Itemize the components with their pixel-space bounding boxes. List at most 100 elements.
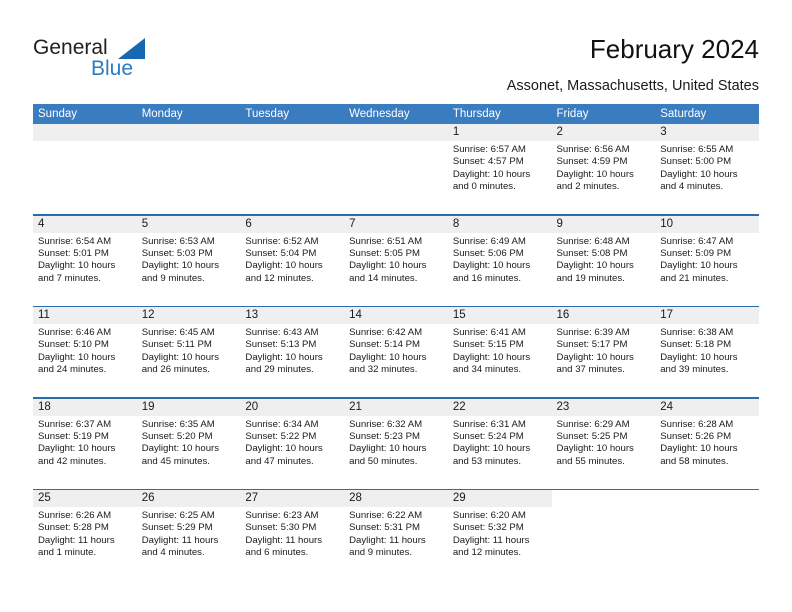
day-cell[interactable]: Sunrise: 6:23 AM Sunset: 5:30 PM Daylight:… bbox=[240, 507, 344, 580]
day-cell[interactable]: Sunrise: 6:45 AM Sunset: 5:11 PM Daylight:… bbox=[137, 324, 241, 397]
general-blue-logo[interactable]: General Blue bbox=[33, 36, 233, 86]
day-number[interactable]: 17 bbox=[655, 307, 759, 324]
day-number-empty bbox=[551, 490, 656, 507]
day-daylight-2-text: and 9 minutes. bbox=[141, 272, 205, 284]
day-cell[interactable]: Sunrise: 6:31 AM Sunset: 5:24 PM Daylight:… bbox=[448, 416, 552, 489]
day-number[interactable]: 18 bbox=[33, 398, 137, 416]
day-daylight-1-text: Daylight: 10 hours bbox=[245, 443, 323, 455]
day-cell[interactable]: Sunrise: 6:41 AM Sunset: 5:15 PM Daylight:… bbox=[448, 324, 552, 397]
day-number[interactable]: 25 bbox=[33, 490, 137, 507]
day-daylight-2-text: and 7 minutes. bbox=[38, 272, 101, 284]
day-number[interactable]: 26 bbox=[136, 490, 241, 507]
day-daylight-2-text: and 1 minute. bbox=[38, 547, 97, 559]
day-cell[interactable]: Sunrise: 6:51 AM Sunset: 5:05 PM Daylight:… bbox=[344, 233, 448, 306]
day-cell[interactable]: Sunrise: 6:37 AM Sunset: 5:19 PM Daylight:… bbox=[33, 416, 137, 489]
day-cell[interactable]: Sunrise: 6:29 AM Sunset: 5:25 PM Daylight:… bbox=[552, 416, 656, 489]
day-cell[interactable]: Sunrise: 6:48 AM Sunset: 5:08 PM Daylight:… bbox=[552, 233, 656, 306]
day-number[interactable]: 28 bbox=[344, 490, 448, 507]
calendar-grid: Sunday Monday Tuesday Wednesday Thursday… bbox=[33, 104, 759, 580]
day-sunrise-text: Sunrise: 6:39 AM bbox=[556, 327, 630, 338]
day-cell[interactable]: Sunrise: 6:28 AM Sunset: 5:26 PM Daylight:… bbox=[655, 416, 759, 489]
weekday-header-row: Sunday Monday Tuesday Wednesday Thursday… bbox=[33, 104, 759, 124]
day-cell[interactable]: Sunrise: 6:32 AM Sunset: 5:23 PM Daylight:… bbox=[344, 416, 448, 489]
day-daylight-2-text: and 16 minutes. bbox=[452, 272, 522, 284]
day-number[interactable]: 27 bbox=[240, 490, 345, 507]
day-daylight-1-text: Daylight: 11 hours bbox=[38, 534, 115, 546]
day-number[interactable]: 21 bbox=[344, 398, 448, 416]
day-cell[interactable]: Sunrise: 6:52 AM Sunset: 5:04 PM Daylight:… bbox=[240, 233, 344, 306]
day-sunset-text: Sunset: 5:05 PM bbox=[349, 247, 421, 259]
day-number[interactable]: 29 bbox=[447, 490, 552, 507]
day-cell[interactable]: Sunrise: 6:54 AM Sunset: 5:01 PM Daylight:… bbox=[33, 233, 137, 306]
day-cell[interactable]: Sunrise: 6:56 AM Sunset: 4:59 PM Daylight:… bbox=[552, 141, 656, 214]
day-sunrise-text: Sunrise: 6:20 AM bbox=[452, 510, 526, 521]
day-sunrise-text: Sunrise: 6:45 AM bbox=[141, 327, 215, 338]
day-number[interactable]: 22 bbox=[447, 398, 552, 416]
week-date-numbers: 11 12 13 14 15 16 17 bbox=[33, 307, 759, 324]
day-sunset-text: Sunset: 5:04 PM bbox=[245, 247, 317, 259]
day-daylight-2-text: and 24 minutes. bbox=[38, 364, 107, 376]
weekday-header-friday: Friday bbox=[556, 108, 589, 120]
day-sunrise-text: Sunrise: 6:43 AM bbox=[245, 327, 319, 338]
day-sunset-text: Sunset: 5:22 PM bbox=[245, 430, 317, 442]
day-cell-empty bbox=[137, 141, 241, 214]
day-sunrise-text: Sunrise: 6:51 AM bbox=[349, 235, 423, 247]
day-cell[interactable]: Sunrise: 6:38 AM Sunset: 5:18 PM Daylight:… bbox=[655, 324, 759, 397]
day-number[interactable]: 7 bbox=[344, 215, 448, 233]
calendar-week-row: 11 12 13 14 15 16 17 Sunrise: 6:46 AM Sunset: 5:… bbox=[33, 305, 759, 397]
day-daylight-2-text: and 58 minutes. bbox=[660, 455, 729, 467]
day-number[interactable]: 3 bbox=[655, 124, 759, 141]
day-sunrise-text: Sunrise: 6:34 AM bbox=[245, 418, 319, 430]
day-number[interactable]: 15 bbox=[447, 307, 552, 324]
day-cell[interactable]: Sunrise: 6:46 AM Sunset: 5:10 PM Daylight:… bbox=[33, 324, 137, 397]
day-number[interactable]: 8 bbox=[447, 215, 552, 233]
day-number[interactable]: 10 bbox=[655, 215, 759, 233]
day-number[interactable]: 9 bbox=[551, 215, 656, 233]
day-cell-empty bbox=[240, 141, 344, 214]
day-cell[interactable]: Sunrise: 6:35 AM Sunset: 5:20 PM Daylight:… bbox=[137, 416, 241, 489]
day-sunset-text: Sunset: 5:25 PM bbox=[556, 430, 628, 442]
day-number[interactable]: 1 bbox=[447, 124, 552, 141]
day-sunrise-text: Sunrise: 6:54 AM bbox=[38, 235, 112, 247]
day-number[interactable]: 6 bbox=[240, 215, 345, 233]
day-number[interactable]: 14 bbox=[344, 307, 448, 324]
day-daylight-1-text: Daylight: 10 hours bbox=[660, 168, 738, 180]
day-sunset-text: Sunset: 5:11 PM bbox=[141, 339, 212, 351]
day-number[interactable]: 12 bbox=[136, 307, 241, 324]
calendar-page: General Blue February 2024 Assonet, Mass… bbox=[0, 0, 792, 612]
day-cell[interactable]: Sunrise: 6:53 AM Sunset: 5:03 PM Daylight:… bbox=[137, 233, 241, 306]
day-cell[interactable]: Sunrise: 6:57 AM Sunset: 4:57 PM Daylight:… bbox=[448, 141, 552, 214]
day-daylight-2-text: and 37 minutes. bbox=[556, 364, 625, 376]
day-number[interactable]: 24 bbox=[655, 398, 759, 416]
day-number[interactable]: 4 bbox=[33, 215, 137, 233]
day-cell[interactable]: Sunrise: 6:47 AM Sunset: 5:09 PM Daylight:… bbox=[655, 233, 759, 306]
day-sunrise-text: Sunrise: 6:32 AM bbox=[349, 418, 423, 430]
day-sunset-text: Sunset: 5:28 PM bbox=[38, 522, 109, 534]
day-number[interactable]: 11 bbox=[33, 307, 137, 324]
day-cell[interactable]: Sunrise: 6:55 AM Sunset: 5:00 PM Daylight:… bbox=[655, 141, 759, 214]
day-number[interactable]: 2 bbox=[551, 124, 656, 141]
day-cell[interactable]: Sunrise: 6:43 AM Sunset: 5:13 PM Daylight:… bbox=[240, 324, 344, 397]
day-cell[interactable]: Sunrise: 6:49 AM Sunset: 5:06 PM Daylight:… bbox=[448, 233, 552, 306]
logo-text-blue: Blue bbox=[91, 57, 134, 80]
day-number[interactable]: 23 bbox=[551, 398, 656, 416]
day-daylight-2-text: and 12 minutes. bbox=[452, 547, 522, 559]
day-cell[interactable]: Sunrise: 6:20 AM Sunset: 5:32 PM Daylight:… bbox=[448, 507, 552, 580]
page-subtitle-location: Assonet, Massachusetts, United States bbox=[506, 78, 759, 94]
day-cell[interactable]: Sunrise: 6:25 AM Sunset: 5:29 PM Daylight:… bbox=[137, 507, 241, 580]
day-cell[interactable]: Sunrise: 6:34 AM Sunset: 5:22 PM Daylight:… bbox=[240, 416, 344, 489]
day-number[interactable]: 5 bbox=[136, 215, 241, 233]
day-daylight-2-text: and 34 minutes. bbox=[452, 364, 522, 376]
day-cell[interactable]: Sunrise: 6:26 AM Sunset: 5:28 PM Daylight:… bbox=[33, 507, 137, 580]
day-cell[interactable]: Sunrise: 6:39 AM Sunset: 5:17 PM Daylight:… bbox=[552, 324, 656, 397]
day-daylight-1-text: Daylight: 10 hours bbox=[660, 443, 738, 455]
weekday-header-monday: Monday bbox=[141, 108, 183, 120]
day-number[interactable]: 20 bbox=[240, 398, 345, 416]
week-day-details: Sunrise: 6:46 AM Sunset: 5:10 PM Daylight:… bbox=[33, 324, 759, 397]
day-cell[interactable]: Sunrise: 6:22 AM Sunset: 5:31 PM Daylight:… bbox=[344, 507, 448, 580]
day-number[interactable]: 19 bbox=[136, 398, 241, 416]
day-number[interactable]: 16 bbox=[551, 307, 656, 324]
day-daylight-2-text: and 47 minutes. bbox=[245, 455, 314, 467]
day-number[interactable]: 13 bbox=[240, 307, 345, 324]
day-cell[interactable]: Sunrise: 6:42 AM Sunset: 5:14 PM Daylight:… bbox=[344, 324, 448, 397]
